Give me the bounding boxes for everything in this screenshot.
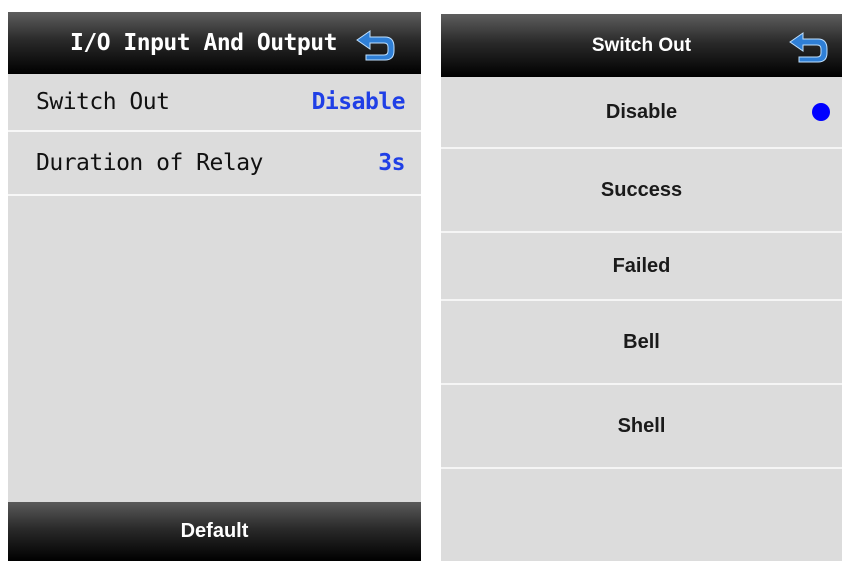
duration-of-relay-row[interactable]: Duration of Relay 3s	[8, 132, 421, 196]
default-button[interactable]: Default	[8, 502, 421, 561]
option-label: Failed	[612, 254, 671, 277]
title-bar: Switch Out	[441, 14, 842, 77]
switch-out-value: Disable	[311, 89, 406, 115]
switch-out-row[interactable]: Switch Out Disable	[8, 74, 421, 132]
switch-out-label: Switch Out	[36, 89, 170, 115]
option-success[interactable]: Success	[441, 149, 842, 233]
selected-radio-icon	[812, 103, 830, 121]
option-bell[interactable]: Bell	[441, 301, 842, 385]
option-disable[interactable]: Disable	[441, 77, 842, 149]
io-settings-screen: I/O Input And Output Switch Out Disable …	[8, 12, 421, 561]
title-bar: I/O Input And Output	[8, 12, 421, 74]
page-title: I/O Input And Output	[70, 30, 337, 56]
option-label: Disable	[605, 100, 678, 123]
duration-of-relay-label: Duration of Relay	[36, 150, 263, 176]
option-failed[interactable]: Failed	[441, 233, 842, 301]
switch-out-screen: Switch Out Disable Success Failed Bell S…	[441, 14, 842, 561]
option-label: Shell	[617, 414, 666, 437]
back-arrow-icon[interactable]	[787, 30, 831, 64]
page-title: Switch Out	[591, 34, 692, 56]
option-label: Bell	[623, 330, 660, 353]
duration-of-relay-value: 3s	[378, 150, 405, 176]
option-shell[interactable]: Shell	[441, 385, 842, 469]
back-arrow-icon[interactable]	[354, 28, 398, 62]
option-label: Success	[600, 178, 683, 201]
